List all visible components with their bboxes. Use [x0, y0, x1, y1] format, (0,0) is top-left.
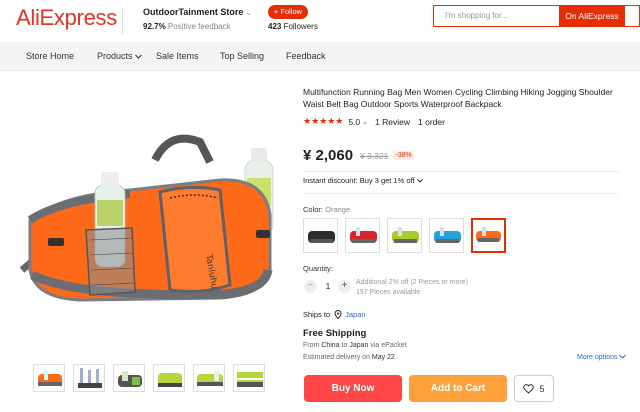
aliexpress-logo[interactable]: AliExpress — [16, 5, 117, 31]
quantity-info-discount: Additional 2% off (2 Pieces or more) — [356, 279, 468, 286]
color-swatch-green[interactable] — [387, 218, 422, 253]
nav-products-label[interactable]: Products — [97, 51, 133, 61]
discount-badge: -38% — [393, 151, 414, 160]
quantity-input[interactable]: 1 — [323, 282, 333, 291]
feedback-percent: 92.7% — [143, 22, 166, 31]
chevron-down-icon — [416, 179, 423, 183]
more-options-text[interactable]: More options — [577, 354, 617, 361]
thumbnail-2[interactable] — [73, 364, 105, 392]
thumbnail-5[interactable] — [193, 364, 225, 392]
more-options-link[interactable]: More options — [577, 354, 627, 361]
feedback-label: Positive feedback — [167, 22, 231, 31]
current-price: ¥ 2,060 — [303, 147, 354, 164]
ships-to-country[interactable]: Japan — [345, 310, 365, 319]
divider — [303, 193, 618, 194]
thumbnail-6[interactable] — [233, 364, 265, 392]
ships-to-label: Ships to — [303, 310, 331, 319]
wishlist-button[interactable]: 5 — [514, 375, 554, 402]
quantity-decrease-button[interactable]: − — [304, 280, 317, 293]
ships-to[interactable]: Ships to Japan — [303, 310, 366, 319]
header-divider — [122, 8, 123, 34]
original-price: ¥ 3,321 — [360, 150, 389, 161]
nav-feedback[interactable]: Feedback — [286, 51, 326, 61]
thumbnail-4[interactable] — [153, 364, 185, 392]
follow-button[interactable]: + Follow — [268, 5, 308, 19]
thumbnail-1[interactable] — [33, 364, 65, 392]
orders-count: 1 order — [418, 116, 445, 127]
shipping-from-label: From — [303, 342, 320, 349]
heart-icon — [523, 383, 535, 394]
store-name[interactable]: OutdoorTainment Store ⌄ — [143, 7, 252, 17]
store-nav: Store Home Products Sale Items Top Selli… — [0, 42, 640, 71]
followers: 423 Followers — [268, 22, 318, 31]
color-swatch-black[interactable] — [303, 218, 338, 253]
shipping-to-word: to — [341, 342, 348, 349]
add-to-cart-button[interactable]: Add to Cart — [409, 375, 507, 402]
store-feedback: 92.7% Positive feedback — [143, 22, 231, 31]
star-rating-icon[interactable]: ★★★★★ — [303, 116, 343, 127]
quantity-increase-button[interactable]: + — [338, 280, 351, 293]
nav-sale-items[interactable]: Sale Items — [156, 51, 199, 61]
followers-count: 423 — [268, 22, 282, 31]
nav-store-home[interactable]: Store Home — [26, 51, 74, 61]
price-row: ¥ 2,060 ¥ 3,321 -38% — [303, 147, 414, 164]
nav-top-selling[interactable]: Top Selling — [220, 51, 264, 61]
search-button[interactable]: On AliExpress — [559, 5, 625, 27]
estimated-delivery-date: May 22 — [371, 354, 395, 361]
quantity-info: Additional 2% off (2 Pieces or more) 197… — [356, 278, 468, 298]
quantity-label: Quantity: — [303, 264, 334, 273]
color-label-text: Color: — [303, 205, 324, 214]
rating-row: ★★★★★ 5.0 ⌄ 1 Review 1 order — [303, 116, 445, 127]
thumbnail-3[interactable] — [113, 364, 145, 392]
shipping-method: via ePacket — [370, 342, 407, 349]
header: AliExpress OutdoorTainment Store ⌄ 92.7% … — [0, 0, 640, 42]
chevron-down-icon — [134, 54, 142, 59]
color-swatch-blue[interactable] — [429, 218, 464, 253]
followers-label: Followers — [283, 22, 318, 31]
rating-score[interactable]: 5.0 — [348, 117, 360, 127]
color-swatch-orange[interactable] — [471, 218, 506, 253]
shipping-route: From China to Japan via ePacket — [303, 342, 407, 349]
product-main-image[interactable]: Tanluhu — [20, 120, 282, 320]
quantity-info-available: 197 Pieces available — [356, 289, 421, 296]
estimated-delivery: Estimated delivery on May 22 — [303, 354, 395, 361]
color-value: Orange — [325, 205, 351, 214]
search-input[interactable]: I'm shopping for... — [433, 5, 559, 27]
estimated-delivery-label: Estimated delivery on — [303, 354, 370, 361]
wishlist-count: 5 — [539, 383, 545, 394]
chevron-down-icon — [619, 354, 627, 359]
location-pin-icon — [334, 310, 342, 319]
shipping-to-country: Japan — [349, 342, 369, 349]
color-label: Color: Orange — [303, 205, 350, 214]
reviews-link[interactable]: 1 Review — [375, 117, 410, 127]
instant-discount-text[interactable]: Instant discount: Buy 3 get 1% off — [303, 176, 415, 185]
chevron-down-icon[interactable]: ⌄ — [362, 118, 368, 126]
instant-discount[interactable]: Instant discount: Buy 3 get 1% off — [303, 176, 423, 185]
divider — [303, 171, 618, 172]
chevron-down-icon[interactable]: ⌄ — [245, 8, 252, 17]
shipping-from-country: China — [321, 342, 340, 349]
store-name-text[interactable]: OutdoorTainment Store — [143, 7, 243, 17]
color-swatch-red[interactable] — [345, 218, 380, 253]
free-shipping: Free Shipping — [303, 328, 367, 339]
product-title: Multifunction Running Bag Men Women Cycl… — [303, 87, 613, 109]
nav-products[interactable]: Products — [97, 51, 142, 61]
buy-now-button[interactable]: Buy Now — [304, 375, 402, 402]
search-edge — [625, 5, 640, 27]
